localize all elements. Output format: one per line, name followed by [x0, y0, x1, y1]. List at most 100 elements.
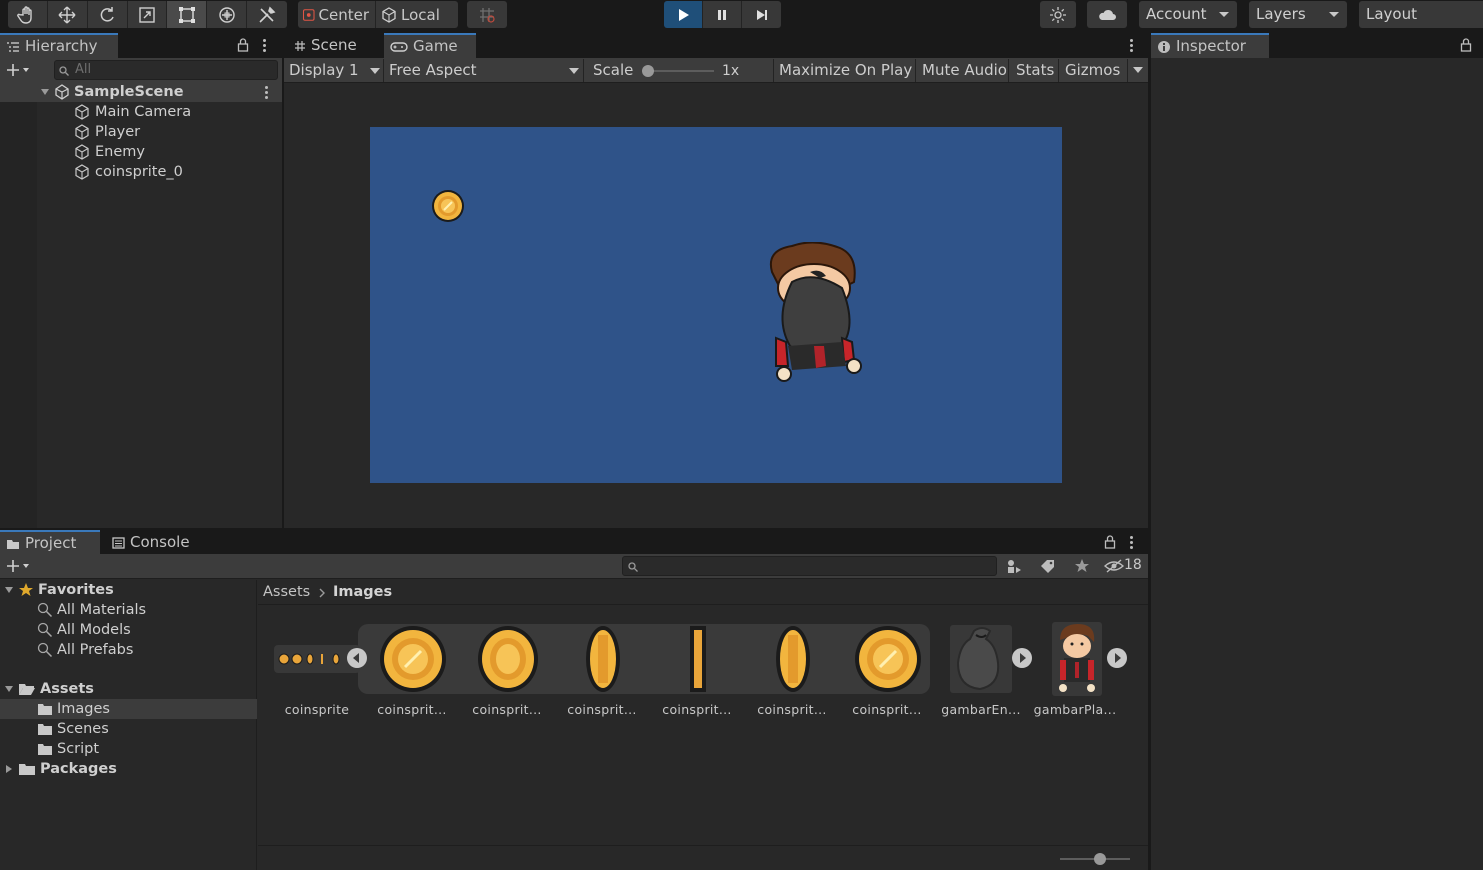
breadcrumb-images[interactable]: Images	[333, 580, 392, 605]
expand-arrow-icon[interactable]	[1106, 647, 1128, 669]
move-tool-icon[interactable]	[48, 1, 88, 28]
hierarchy-item[interactable]: Enemy	[73, 142, 145, 162]
hierarchy-item[interactable]: coinsprite_0	[73, 162, 183, 182]
expand-arrow-icon	[5, 686, 13, 692]
coin-frame-thumbnail[interactable]	[569, 625, 637, 693]
scale-tool-icon[interactable]	[128, 1, 168, 28]
favorites-row[interactable]: Favorites	[4, 580, 114, 600]
pause-button[interactable]	[703, 1, 742, 28]
folder-item-scenes[interactable]: Scenes	[37, 719, 109, 739]
gamepad-icon	[390, 41, 408, 52]
hidden-packages-icon[interactable]	[1104, 559, 1124, 573]
lighting-button[interactable]	[1040, 1, 1076, 28]
lock-icon[interactable]	[1460, 38, 1472, 52]
star-icon[interactable]	[1074, 558, 1090, 574]
lock-icon[interactable]	[1104, 535, 1116, 549]
list-icon	[7, 41, 19, 52]
display-dropdown[interactable]: Display 1	[284, 59, 384, 82]
expand-arrow-icon[interactable]	[1011, 647, 1033, 669]
hierarchy-item-label: coinsprite_0	[95, 164, 183, 180]
gameobject-cube-icon	[75, 124, 89, 140]
scale-slider-handle[interactable]	[642, 65, 654, 77]
mute-audio-toggle[interactable]: Mute Audio	[917, 59, 1009, 82]
game-viewport[interactable]	[370, 127, 1062, 483]
scene-row[interactable]: SampleScene	[0, 82, 282, 102]
gameobject-cube-icon	[75, 104, 89, 120]
hierarchy-item[interactable]: Player	[73, 122, 140, 142]
game-tabbar: Scene Game	[284, 33, 1148, 58]
transform-tool-icon[interactable]	[207, 1, 248, 28]
coin-frame-thumbnail[interactable]	[474, 625, 542, 693]
hand-tool-icon[interactable]	[8, 1, 48, 28]
hierarchy-search-input[interactable]: All	[54, 60, 278, 80]
collapse-arrow-icon[interactable]	[346, 647, 368, 669]
more-options-icon[interactable]	[1130, 39, 1133, 54]
search-by-type-icon[interactable]	[1006, 558, 1022, 574]
asset-label: coinsprit...	[472, 702, 542, 717]
packages-row[interactable]: Packages	[4, 759, 117, 779]
maximize-on-play-toggle[interactable]: Maximize On Play	[774, 59, 916, 82]
stats-toggle[interactable]: Stats	[1011, 59, 1059, 82]
breadcrumb: Assets Images	[258, 580, 1148, 605]
play-button[interactable]	[664, 1, 703, 28]
enemy-thumbnail[interactable]	[950, 625, 1012, 693]
project-search-input[interactable]	[622, 556, 997, 576]
hierarchy-item[interactable]: Main Camera	[73, 102, 191, 122]
tag-icon[interactable]	[1040, 559, 1056, 573]
tab-scene[interactable]: Scene	[288, 33, 382, 58]
search-icon	[37, 602, 53, 618]
info-icon	[1158, 40, 1170, 53]
lock-icon[interactable]	[237, 38, 249, 52]
layers-dropdown[interactable]: Layers	[1249, 1, 1347, 28]
tab-hierarchy[interactable]: Hierarchy	[0, 33, 118, 58]
favorite-item[interactable]: All Prefabs	[37, 640, 133, 660]
account-dropdown[interactable]: Account	[1139, 1, 1237, 28]
pivot-local-button[interactable]: Local	[376, 1, 458, 28]
tab-game[interactable]: Game	[384, 33, 476, 58]
coin-frame-thumbnail[interactable]	[379, 625, 447, 693]
scene-name: SampleScene	[74, 84, 184, 100]
folder-item-script[interactable]: Script	[37, 739, 99, 759]
tab-project[interactable]: Project	[0, 530, 100, 555]
player-character-icon	[1059, 624, 1095, 692]
cloud-button[interactable]	[1087, 1, 1127, 28]
scale-slider-track[interactable]	[646, 70, 714, 72]
scene-options-icon[interactable]	[265, 86, 268, 101]
account-label: Account	[1146, 5, 1207, 23]
assets-row[interactable]: Assets	[4, 679, 94, 699]
player-thumbnail[interactable]	[1052, 622, 1102, 696]
folder-item-images[interactable]: Images	[0, 699, 257, 719]
gameobject-cube-icon	[75, 164, 89, 180]
search-icon	[37, 642, 53, 658]
coin-frame-thumbnail[interactable]	[759, 625, 827, 693]
asset-label: coinsprit...	[852, 702, 922, 717]
add-icon[interactable]	[6, 559, 30, 573]
tab-inspector[interactable]: Inspector	[1151, 33, 1269, 58]
favorites-label: Favorites	[38, 582, 114, 598]
layout-dropdown[interactable]: Layout	[1359, 1, 1483, 28]
rotate-tool-icon[interactable]	[88, 1, 128, 28]
step-button[interactable]	[742, 1, 781, 28]
folder-icon	[38, 744, 52, 755]
coin-frame-thumbnail[interactable]	[664, 625, 732, 693]
rect-tool-icon[interactable]	[167, 1, 208, 28]
asset-label: coinsprite	[284, 702, 350, 717]
favorite-item[interactable]: All Models	[37, 620, 131, 640]
more-options-icon[interactable]	[1130, 536, 1133, 551]
icon-size-slider-handle[interactable]	[1094, 853, 1106, 865]
grid-snap-button[interactable]	[467, 1, 507, 28]
breadcrumb-assets[interactable]: Assets	[263, 580, 310, 605]
aspect-dropdown[interactable]: Free Aspect	[384, 59, 584, 82]
add-icon[interactable]	[6, 63, 30, 77]
favorite-item[interactable]: All Materials	[37, 600, 146, 620]
pivot-center-button[interactable]: Center	[298, 1, 376, 28]
tab-hierarchy-label: Hierarchy	[25, 37, 98, 55]
gizmos-dropdown[interactable]	[1129, 59, 1148, 82]
coin-sprite	[432, 190, 464, 222]
tab-console[interactable]: Console	[106, 530, 206, 555]
gizmos-toggle[interactable]: Gizmos	[1060, 59, 1128, 82]
open-folder-icon	[19, 684, 35, 695]
custom-tool-icon[interactable]	[247, 1, 287, 28]
more-options-icon[interactable]	[263, 39, 266, 54]
coin-frame-thumbnail[interactable]	[854, 625, 922, 693]
